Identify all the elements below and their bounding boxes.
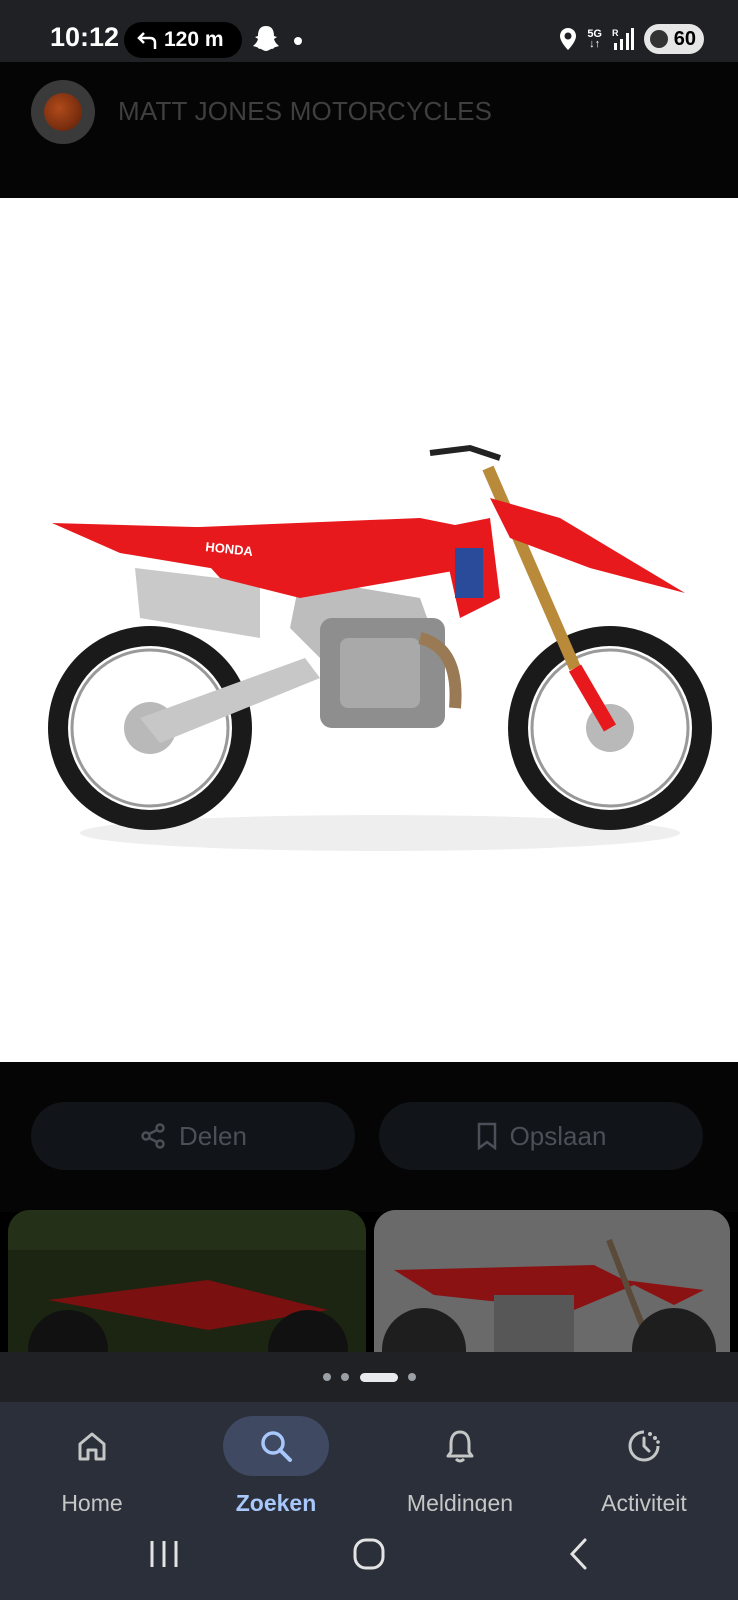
svg-text:R: R — [612, 28, 619, 38]
nav-home[interactable]: Home — [0, 1402, 184, 1516]
page-dot — [341, 1373, 349, 1381]
navigation-distance: 120 m — [164, 28, 224, 51]
related-image-thumbnail[interactable] — [8, 1210, 366, 1355]
related-image-thumbnail[interactable] — [374, 1210, 730, 1355]
source-avatar[interactable] — [31, 80, 95, 144]
activity-icon — [628, 1430, 660, 1462]
page-dot — [408, 1373, 416, 1381]
nav-activity[interactable]: Activiteit — [552, 1402, 736, 1516]
location-icon — [560, 28, 577, 50]
battery-icon: 60 — [644, 24, 704, 54]
status-bar: 10:12 120 m 5G ↓↑ R 60 — [0, 0, 738, 62]
nav-search[interactable]: Zoeken — [184, 1402, 368, 1516]
home-circle-icon — [353, 1538, 385, 1570]
notification-dot — [294, 37, 302, 45]
turn-left-arrow-icon — [137, 32, 157, 49]
main-image[interactable]: HONDA — [0, 198, 738, 1062]
signal-icon: R — [612, 28, 634, 50]
source-name[interactable]: MATT JONES MOTORCYCLES — [118, 96, 492, 127]
search-icon — [261, 1431, 292, 1462]
page-dot — [323, 1373, 331, 1381]
navigation-chip[interactable]: 120 m — [124, 22, 242, 58]
page-indicator — [0, 1352, 738, 1402]
back-button[interactable] — [558, 1534, 598, 1574]
bookmark-icon — [477, 1122, 496, 1150]
related-image-content — [8, 1210, 366, 1355]
save-label: Opslaan — [509, 1120, 607, 1151]
system-home-button[interactable] — [349, 1534, 389, 1574]
5g-icon: 5G ↓↑ — [587, 28, 602, 50]
snapchat-ghost-icon — [253, 26, 279, 51]
bell-icon — [446, 1430, 474, 1463]
share-icon — [141, 1123, 165, 1149]
dirt-bike-image: HONDA — [48, 444, 712, 851]
clock: 10:12 — [50, 22, 120, 52]
share-label: Delen — [179, 1120, 247, 1151]
related-image-content — [374, 1210, 730, 1355]
back-icon — [569, 1538, 587, 1570]
save-button[interactable]: Opslaan — [379, 1102, 703, 1170]
home-icon — [78, 1432, 106, 1461]
share-button[interactable]: Delen — [31, 1102, 355, 1170]
page-dot-active — [360, 1373, 398, 1382]
recents-button[interactable] — [144, 1534, 184, 1574]
nav-notifications[interactable]: Meldingen — [368, 1402, 552, 1516]
source-header — [0, 62, 738, 198]
recents-icon — [150, 1541, 178, 1567]
